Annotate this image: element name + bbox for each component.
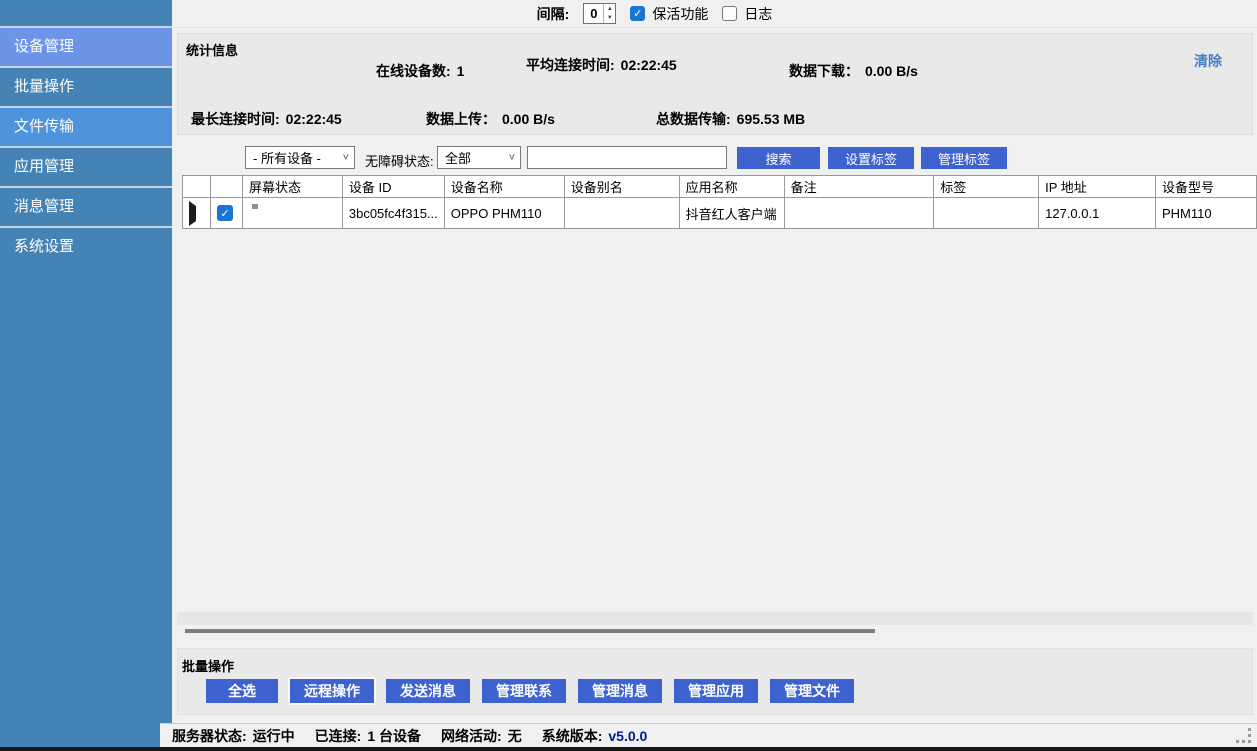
interval-value[interactable]: 0	[584, 4, 603, 23]
header-remark: 备注	[784, 176, 934, 198]
hscrollbar-track	[177, 612, 1253, 625]
server-status-value: 运行中	[253, 726, 295, 746]
manage-files-button[interactable]: 管理文件	[770, 679, 854, 703]
table-row: ✓ 3bc05fc4f315... OPPO PHM110 抖音红人客户端 12…	[183, 198, 1257, 229]
manage-messages-button[interactable]: 管理消息	[578, 679, 662, 703]
header-expander	[183, 176, 211, 198]
statistics-title: 统计信息	[186, 40, 238, 59]
clear-stats-link[interactable]: 清除	[1194, 51, 1222, 71]
stepper-up-icon[interactable]: ▲	[604, 4, 615, 14]
search-input[interactable]	[527, 146, 727, 169]
hscrollbar-thumb[interactable]	[185, 629, 875, 633]
statistics-panel: 统计信息 在线设备数:1 平均连接时间:02:22:45 数据下载：0.00 B…	[177, 33, 1253, 135]
log-checkbox[interactable]	[722, 6, 737, 21]
connected-label: 已连接:	[315, 726, 362, 746]
window-bottom-edge	[0, 747, 1257, 751]
server-status-label: 服务器状态:	[172, 726, 247, 746]
resize-grip[interactable]	[1235, 727, 1251, 743]
avg-connect-time-stat: 平均连接时间:02:22:45	[526, 55, 677, 75]
connected-value: 1 台设备	[367, 726, 421, 746]
row-checkbox[interactable]: ✓	[217, 205, 233, 221]
header-tag: 标签	[934, 176, 1039, 198]
set-tag-button[interactable]: 设置标签	[828, 147, 914, 169]
search-button[interactable]: 搜索	[737, 147, 820, 169]
network-activity-value: 无	[508, 726, 522, 746]
header-device-id: 设备 ID	[342, 176, 444, 198]
data-upload-stat: 数据上传：0.00 B/s	[426, 109, 555, 129]
cell-device-alias	[564, 198, 679, 229]
cell-app-name: 抖音红人客户端	[679, 198, 784, 229]
cell-model: PHM110	[1156, 198, 1257, 229]
total-transfer-stat: 总数据传输:695.53 MB	[656, 109, 805, 129]
interval-stepper[interactable]: 0 ▲ ▼	[583, 3, 616, 24]
manage-tag-button[interactable]: 管理标签	[921, 147, 1007, 169]
cell-device-id: 3bc05fc4f315...	[342, 198, 444, 229]
accessibility-status-label: 无障碍状态:	[365, 151, 434, 170]
network-activity-label: 网络活动:	[441, 726, 502, 746]
keepalive-checkbox[interactable]: ✓	[630, 6, 645, 21]
device-table: 屏幕状态 设备 ID 设备名称 设备别名 应用名称 备注 标签 IP 地址 设备…	[182, 175, 1257, 229]
sidebar-item-system-settings[interactable]: 系统设置	[0, 226, 172, 266]
table-header-row: 屏幕状态 设备 ID 设备名称 设备别名 应用名称 备注 标签 IP 地址 设备…	[183, 176, 1257, 198]
row-expander-icon[interactable]	[189, 201, 196, 226]
sidebar-item-file-transfer[interactable]: 文件传输	[0, 106, 172, 146]
stepper-down-icon[interactable]: ▼	[604, 14, 615, 24]
sidebar-spacer	[0, 0, 172, 26]
header-device-name: 设备名称	[444, 176, 564, 198]
system-version-value: v5.0.0	[608, 728, 647, 744]
system-version-label: 系统版本:	[542, 726, 603, 746]
header-device-alias: 设备别名	[564, 176, 679, 198]
batch-operations-panel: 批量操作 全选 远程操作 发送消息 管理联系 管理消息 管理应用 管理文件	[177, 648, 1253, 715]
longest-connect-time-stat: 最长连接时间:02:22:45	[191, 109, 342, 129]
manage-contacts-button[interactable]: 管理联系	[482, 679, 566, 703]
sidebar: 设备管理 批量操作 文件传输 应用管理 消息管理 系统设置	[0, 0, 172, 747]
accessibility-status-select[interactable]: 全部˅	[437, 146, 521, 169]
device-filter-select[interactable]: - 所有设备 -˅	[245, 146, 355, 169]
chevron-down-icon: ˅	[343, 152, 349, 164]
sidebar-item-app-management[interactable]: 应用管理	[0, 146, 172, 186]
cell-remark	[784, 198, 934, 229]
remote-operation-button[interactable]: 远程操作	[290, 679, 374, 703]
data-download-stat: 数据下载：0.00 B/s	[789, 61, 918, 81]
status-bar: 服务器状态: 运行中 已连接: 1 台设备 网络活动: 无 系统版本: v5.0…	[160, 723, 1257, 747]
header-ip: IP 地址	[1039, 176, 1156, 198]
interval-label: 间隔:	[537, 4, 570, 24]
header-screen-status: 屏幕状态	[242, 176, 342, 198]
manage-apps-button[interactable]: 管理应用	[674, 679, 758, 703]
stepper-arrows: ▲ ▼	[603, 4, 615, 23]
sidebar-item-message-management[interactable]: 消息管理	[0, 186, 172, 226]
cell-tag	[934, 198, 1039, 229]
header-model: 设备型号	[1156, 176, 1257, 198]
sidebar-item-batch-operations[interactable]: 批量操作	[0, 66, 172, 106]
cell-device-name: OPPO PHM110	[444, 198, 564, 229]
keepalive-label: 保活功能	[652, 4, 708, 24]
chevron-down-icon: ˅	[509, 152, 515, 164]
send-message-button[interactable]: 发送消息	[386, 679, 470, 703]
select-all-button[interactable]: 全选	[206, 679, 278, 703]
header-checkbox	[210, 176, 242, 198]
log-label: 日志	[744, 4, 772, 24]
batch-operations-title: 批量操作	[182, 656, 234, 675]
sidebar-item-device-management[interactable]: 设备管理	[0, 26, 172, 66]
cell-ip: 127.0.0.1	[1039, 198, 1156, 229]
top-bar: 间隔: 0 ▲ ▼ ✓ 保活功能 日志	[172, 0, 1257, 28]
header-app-name: 应用名称	[679, 176, 784, 198]
online-devices-stat: 在线设备数:1	[376, 61, 464, 81]
